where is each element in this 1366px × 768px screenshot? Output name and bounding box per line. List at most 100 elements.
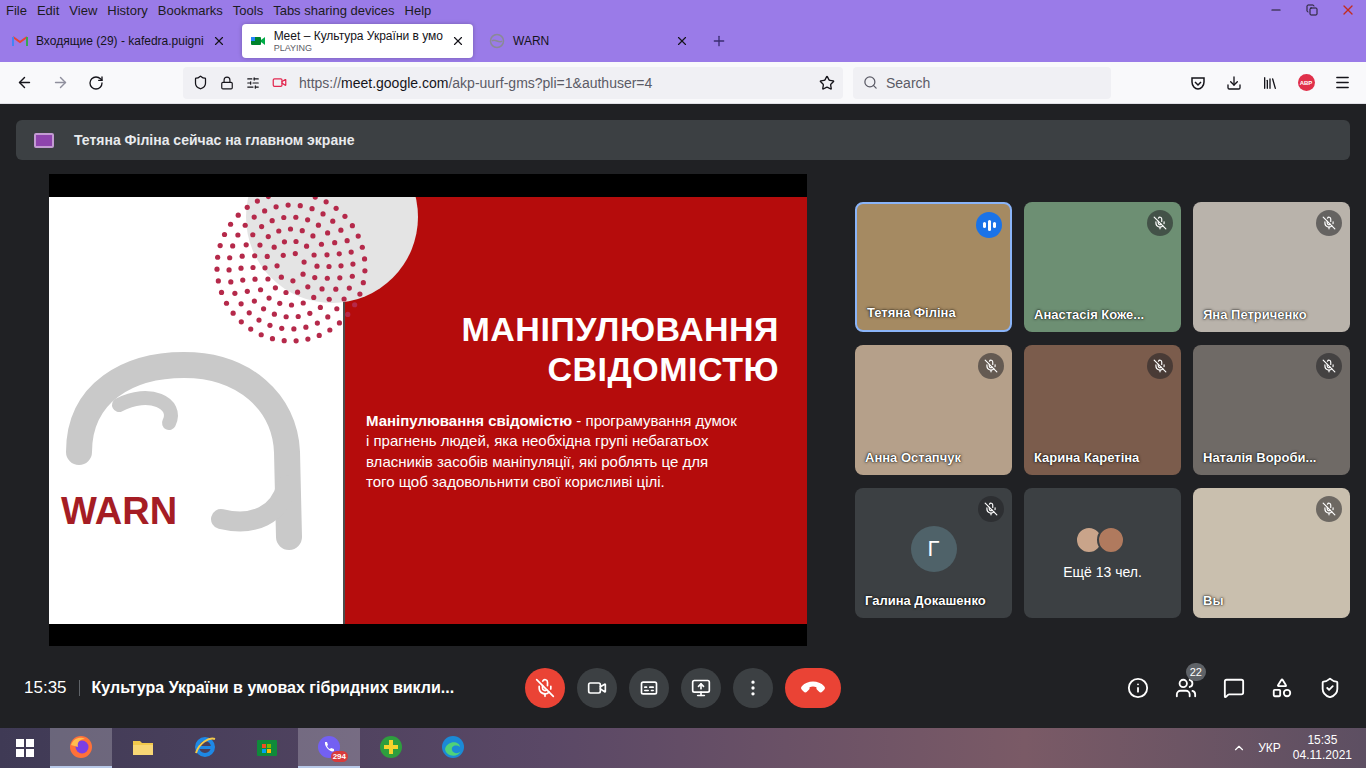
- clock[interactable]: 15:3504.11.2021: [1293, 733, 1352, 763]
- store-icon: [255, 735, 279, 759]
- chat-icon: [1223, 677, 1245, 699]
- menu-item[interactable]: File: [1, 3, 32, 18]
- microphone-button[interactable]: [525, 668, 565, 708]
- bookmark-star-icon[interactable]: [819, 75, 835, 91]
- meeting-side-icons: 22: [841, 676, 1342, 700]
- participant-avatar: Г: [911, 526, 957, 572]
- leave-call-button[interactable]: [785, 668, 841, 708]
- camera-button[interactable]: [577, 668, 617, 708]
- taskbar-app[interactable]: [360, 728, 422, 768]
- tab-bar: Входящие (29) - kafedra.puigni Meet – Кул…: [0, 20, 1366, 62]
- edge-icon: [441, 735, 465, 759]
- plus-icon: [711, 33, 727, 49]
- restore-button[interactable]: [1294, 0, 1330, 20]
- permissions-icon[interactable]: [246, 76, 260, 90]
- participant-tile[interactable]: Вы: [1193, 488, 1350, 618]
- participant-tile[interactable]: Яна Петриченко: [1193, 202, 1350, 332]
- system-tray: УКР 15:3504.11.2021: [1232, 728, 1366, 768]
- participant-tile[interactable]: Анна Остапчук: [855, 345, 1012, 475]
- tab-close-icon[interactable]: [212, 34, 226, 48]
- activities-button[interactable]: [1270, 676, 1294, 700]
- navigation-bar: https://meet.google.com/akp-uurf-gms?pli…: [0, 62, 1366, 104]
- participant-tile[interactable]: Анастасія Коже...: [1024, 202, 1181, 332]
- tab-status: PLAYING: [274, 43, 443, 54]
- library-button[interactable]: [1252, 67, 1288, 99]
- taskbar-app[interactable]: [174, 728, 236, 768]
- meeting-time: 15:35: [24, 678, 67, 698]
- participant-tile[interactable]: Наталія Вороби...: [1193, 345, 1350, 475]
- tile-body: Ещё 13 чел.: [1024, 488, 1181, 618]
- participant-name: Галина Докашенко: [855, 593, 1012, 618]
- menu-item[interactable]: Bookmarks: [153, 3, 228, 18]
- participant-name: Яна Петриченко: [1193, 307, 1350, 332]
- restore-icon: [1306, 4, 1318, 16]
- mic-off-icon: [535, 678, 555, 698]
- participant-tile[interactable]: Ещё 13 чел.: [1024, 488, 1181, 618]
- close-button[interactable]: [1330, 0, 1366, 20]
- tab-label: Входящие (29) - kafedra.puigni: [36, 34, 204, 48]
- present-button[interactable]: [681, 668, 721, 708]
- dots-decoration-icon: [49, 197, 807, 357]
- people-button[interactable]: 22: [1174, 676, 1198, 700]
- screen: FileEditViewHistoryBookmarksToolsTabs sh…: [0, 0, 1366, 768]
- hamburger-menu-icon: [1334, 74, 1351, 91]
- start-button[interactable]: [0, 728, 50, 768]
- tab-close-icon[interactable]: [451, 34, 465, 48]
- url-text: https://meet.google.com/akp-uurf-gms?pli…: [299, 75, 807, 91]
- show-hidden-icons-icon[interactable]: [1232, 741, 1246, 755]
- search-icon: [863, 75, 878, 90]
- search-field[interactable]: Search: [853, 67, 1111, 99]
- tab-label: Meet – Культура України в умо: [274, 29, 443, 43]
- captions-button[interactable]: [629, 668, 669, 708]
- meeting-details-button[interactable]: [1126, 676, 1150, 700]
- call-toolbar: 15:35Культура України в умовах гібридних…: [0, 660, 1366, 716]
- slide-left-panel: WARN: [49, 197, 343, 624]
- pocket-button[interactable]: [1180, 67, 1216, 99]
- menu-item[interactable]: Tabs sharing devices: [268, 3, 399, 18]
- presenting-banner: Тетяна Філіна сейчас на главном экране: [16, 120, 1350, 160]
- hang-up-icon: [799, 674, 827, 702]
- participant-tile[interactable]: Тетяна Філіна: [855, 202, 1012, 332]
- ie-icon: [193, 735, 217, 759]
- minimize-button[interactable]: [1258, 0, 1294, 20]
- url-field[interactable]: https://meet.google.com/akp-uurf-gms?pli…: [183, 67, 843, 99]
- taskbar-app[interactable]: 294: [298, 728, 360, 768]
- back-button[interactable]: [6, 67, 42, 99]
- tab-texts: Meet – Культура України в умоPLAYING: [274, 29, 443, 54]
- menu-item[interactable]: Edit: [32, 3, 64, 18]
- menu-item[interactable]: Help: [400, 3, 437, 18]
- folder-icon: [131, 735, 155, 759]
- muted-mic-icon: [1316, 210, 1342, 236]
- taskbar-app[interactable]: [422, 728, 484, 768]
- participant-tile[interactable]: Карина Каретіна: [1024, 345, 1181, 475]
- more-options-button[interactable]: [733, 668, 773, 708]
- browser-tab[interactable]: WARN: [481, 24, 697, 58]
- tab-label: WARN: [513, 34, 667, 48]
- slide-definition: Маніпулювання свідомістю - програмування…: [366, 411, 739, 493]
- forward-button[interactable]: [42, 67, 78, 99]
- people-count-badge: 22: [1186, 663, 1206, 681]
- tab-close-icon[interactable]: [675, 34, 689, 48]
- host-controls-button[interactable]: [1318, 676, 1342, 700]
- downloads-button[interactable]: [1216, 67, 1252, 99]
- taskbar-app[interactable]: [236, 728, 298, 768]
- slide-title: МАНІПУЛЮВАННЯСВІДОМІСТЮ: [366, 309, 779, 389]
- shield-icon[interactable]: [193, 75, 208, 90]
- adblock-button[interactable]: ABP: [1288, 67, 1324, 99]
- meeting-info: 15:35Культура України в умовах гібридних…: [24, 678, 525, 698]
- taskbar-app[interactable]: [112, 728, 174, 768]
- participant-tile[interactable]: Г Галина Докашенко: [855, 488, 1012, 618]
- lock-icon[interactable]: [220, 76, 234, 90]
- browser-tab[interactable]: Meet – Культура України в умоPLAYING: [242, 24, 473, 58]
- menu-item[interactable]: History: [102, 3, 152, 18]
- menu-item[interactable]: View: [64, 3, 102, 18]
- app-menu-button[interactable]: [1324, 67, 1360, 99]
- menu-item[interactable]: Tools: [228, 3, 268, 18]
- reload-button[interactable]: [78, 67, 114, 99]
- browser-tab[interactable]: Входящие (29) - kafedra.puigni: [4, 24, 234, 58]
- camera-sharing-icon[interactable]: [272, 75, 287, 90]
- taskbar-app[interactable]: [50, 728, 112, 768]
- new-tab-button[interactable]: [705, 27, 733, 55]
- chat-button[interactable]: [1222, 676, 1246, 700]
- input-language[interactable]: УКР: [1258, 741, 1281, 755]
